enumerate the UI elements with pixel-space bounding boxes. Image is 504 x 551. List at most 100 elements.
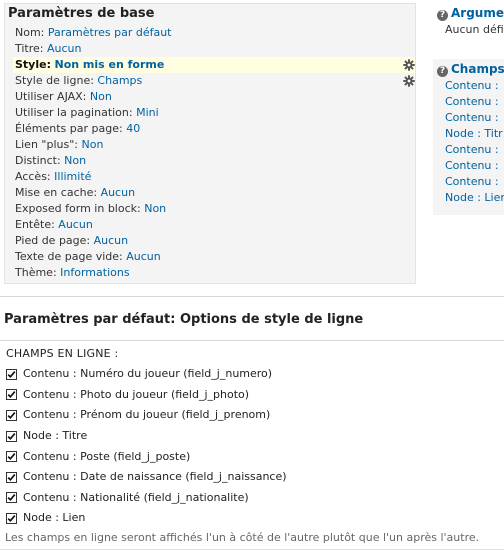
field-link[interactable]: Node : Lien <box>433 190 504 206</box>
inline-field-label[interactable]: Node : Titre <box>23 426 87 446</box>
field-link[interactable]: Contenu : <box>433 142 504 158</box>
setting-value-link[interactable]: Non <box>90 90 112 103</box>
setting-label: Nom: <box>15 26 45 39</box>
setting-label: Exposed form in block: <box>15 202 141 215</box>
inline-field-checkbox[interactable] <box>6 471 17 483</box>
setting-label: Style de ligne: <box>15 74 94 87</box>
field-link[interactable]: Contenu : <box>433 158 504 174</box>
options-help-text: Les champs en ligne seront affichés l'un… <box>5 531 480 544</box>
setting-value-link[interactable]: Non <box>144 202 166 215</box>
setting-label: Style: <box>15 58 51 71</box>
inline-field-option: Node : Lien <box>6 508 287 529</box>
gear-icon[interactable] <box>403 59 415 71</box>
setting-label: Éléments par page: <box>15 122 123 135</box>
setting-row: Utiliser AJAX: Non <box>14 89 415 105</box>
setting-row: Nom: Paramètres par défaut <box>14 25 415 41</box>
setting-value-link[interactable]: Aucun <box>94 234 129 247</box>
base-settings-list: Nom: Paramètres par défaut Titre: Aucun St… <box>13 25 415 281</box>
setting-value-link[interactable]: Non <box>82 138 104 151</box>
inline-field-checkbox[interactable] <box>6 409 17 421</box>
inline-field-option: Contenu : Date de naissance (field_j_nai… <box>6 467 287 488</box>
arguments-empty-text: Aucun défi <box>445 23 504 36</box>
inline-field-option: Contenu : Prénom du joueur (field_j_pren… <box>6 405 287 426</box>
setting-row: Lien "plus": Non <box>14 137 415 153</box>
inline-field-label[interactable]: Contenu : Poste (field_j_poste) <box>23 447 190 467</box>
setting-label: Mise en cache: <box>15 186 98 199</box>
help-icon: ? <box>437 10 448 21</box>
field-link[interactable]: Contenu : <box>433 174 504 190</box>
setting-value-link[interactable]: Aucun <box>126 250 161 263</box>
field-link[interactable]: Contenu : <box>433 94 504 110</box>
arguments-block: ? Argume Aucun défi <box>433 4 504 38</box>
setting-value-link[interactable]: Aucun <box>47 42 82 55</box>
inline-field-label[interactable]: Contenu : Numéro du joueur (field_j_nume… <box>23 364 272 384</box>
setting-row: Éléments par page: 40 <box>14 121 415 137</box>
setting-label: Titre: <box>15 42 44 55</box>
options-form: CHAMPS EN LIGNE : Contenu : Numéro du jo… <box>0 340 504 551</box>
inline-field-checkbox[interactable] <box>6 512 17 524</box>
fields-list: Contenu : Contenu : Contenu : Node : Titr Co… <box>433 78 504 206</box>
field-link[interactable]: Contenu : <box>433 110 504 126</box>
inline-field-option: Contenu : Nationalité (field_j_nationali… <box>6 488 287 509</box>
setting-row: Texte de page vide: Aucun <box>14 249 415 265</box>
help-icon: ? <box>437 66 448 77</box>
fields-title[interactable]: ? Champs <box>433 60 504 78</box>
setting-label: Accès: <box>15 170 51 183</box>
fields-block: ? Champs Contenu : Contenu : Contenu : Node … <box>433 59 504 215</box>
setting-label: Pied de page: <box>15 234 91 247</box>
setting-row: Accès: Illimité <box>14 169 415 185</box>
inline-field-option: Contenu : Poste (field_j_poste) <box>6 446 287 467</box>
base-settings-panel: Paramètres de base Nom: Paramètres par d… <box>4 3 416 284</box>
setting-row: Thème: Informations <box>14 265 415 281</box>
setting-value-link[interactable]: 40 <box>126 122 140 135</box>
inline-field-label[interactable]: Contenu : Prénom du joueur (field_j_pren… <box>23 405 270 425</box>
setting-label: Entête: <box>15 218 55 231</box>
section-divider <box>0 296 504 297</box>
options-heading: CHAMPS EN LIGNE : <box>6 347 119 360</box>
inline-field-label[interactable]: Contenu : Nationalité (field_j_nationali… <box>23 488 249 508</box>
inline-field-label[interactable]: Node : Lien <box>23 508 85 528</box>
setting-row: Titre: Aucun <box>14 41 415 57</box>
setting-row: Mise en cache: Aucun <box>14 185 415 201</box>
setting-row: Utiliser la pagination: Mini <box>14 105 415 121</box>
setting-row: Style: Non mis en forme <box>13 57 415 73</box>
setting-label: Utiliser la pagination: <box>15 106 133 119</box>
setting-row: Distinct: Non <box>14 153 415 169</box>
setting-label: Utiliser AJAX: <box>15 90 87 103</box>
inline-field-option: Contenu : Numéro du joueur (field_j_nume… <box>6 364 287 385</box>
bottom-divider <box>0 549 504 550</box>
setting-label: Distinct: <box>15 154 61 167</box>
arguments-title[interactable]: ? Argume <box>433 4 504 22</box>
inline-field-checkbox[interactable] <box>6 430 17 442</box>
setting-value-link[interactable]: Aucun <box>101 186 136 199</box>
options-title: Paramètres par défaut: Options de style … <box>4 312 364 327</box>
setting-value-link[interactable]: Paramètres par défaut <box>48 26 172 39</box>
inline-field-option: Node : Titre <box>6 426 287 447</box>
inline-field-label[interactable]: Contenu : Photo du joueur (field_j_photo… <box>23 385 249 405</box>
field-link[interactable]: Node : Titr <box>433 126 504 142</box>
inline-fields-list: Contenu : Numéro du joueur (field_j_nume… <box>6 364 287 529</box>
base-settings-title: Paramètres de base <box>8 6 155 21</box>
inline-field-option: Contenu : Photo du joueur (field_j_photo… <box>6 385 287 406</box>
setting-value-link[interactable]: Non <box>64 154 86 167</box>
inline-field-checkbox[interactable] <box>6 492 17 504</box>
gear-icon[interactable] <box>403 75 415 87</box>
setting-label: Lien "plus": <box>15 138 78 151</box>
setting-row: Entête: Aucun <box>14 217 415 233</box>
setting-row: Pied de page: Aucun <box>14 233 415 249</box>
setting-label: Texte de page vide: <box>15 250 123 263</box>
field-link[interactable]: Contenu : <box>433 78 504 94</box>
inline-field-checkbox[interactable] <box>6 368 17 380</box>
setting-label: Thème: <box>15 266 57 279</box>
inline-field-label[interactable]: Contenu : Date de naissance (field_j_nai… <box>23 467 287 487</box>
setting-value-link[interactable]: Informations <box>60 266 129 279</box>
setting-value-link[interactable]: Champs <box>97 74 142 87</box>
setting-value-link[interactable]: Non mis en forme <box>54 58 164 71</box>
setting-value-link[interactable]: Mini <box>136 106 159 119</box>
inline-field-checkbox[interactable] <box>6 451 17 463</box>
setting-value-link[interactable]: Illimité <box>54 170 91 183</box>
setting-row: Style de ligne: Champs <box>14 73 415 89</box>
inline-field-checkbox[interactable] <box>6 389 17 401</box>
setting-value-link[interactable]: Aucun <box>58 218 93 231</box>
setting-row: Exposed form in block: Non <box>14 201 415 217</box>
